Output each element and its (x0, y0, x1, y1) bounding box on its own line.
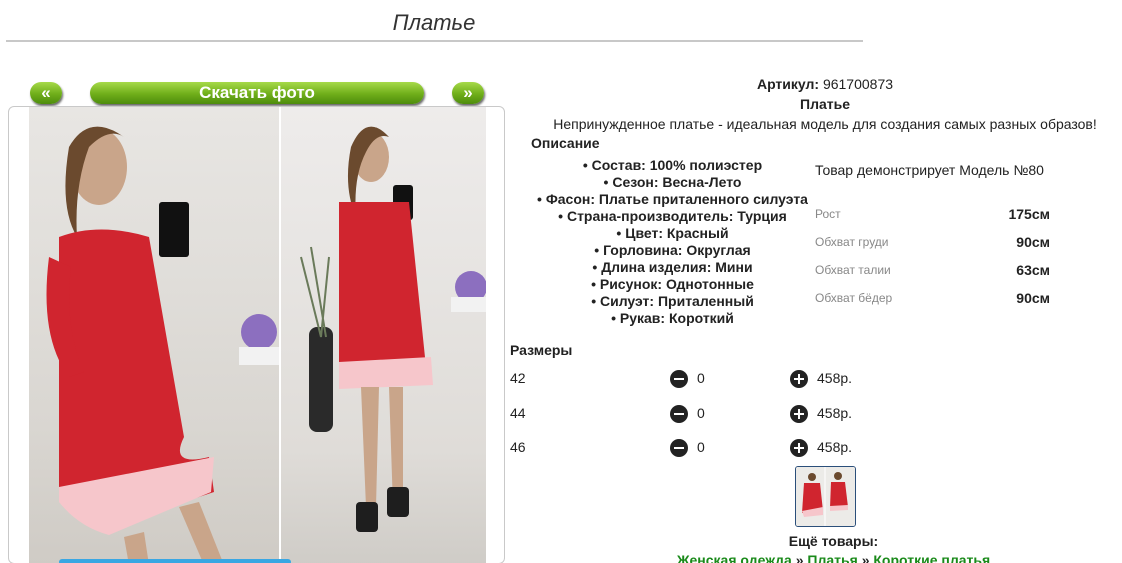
product-name: Платье (800, 96, 850, 112)
title-divider (6, 40, 863, 42)
breadcrumb-separator: » (861, 552, 870, 563)
measurement-value: 90см (1016, 290, 1050, 306)
measurement-label: Обхват груди (815, 235, 889, 249)
feature-list: • Состав: 100% полиэстер • Сезон: Весна-… (520, 157, 825, 327)
article-label: Артикул: (756, 76, 820, 92)
feature-item: • Рукав: Короткий (611, 310, 734, 326)
decrease-qty-icon[interactable] (670, 405, 688, 423)
sizes-heading: Размеры (510, 342, 573, 358)
feature-item: • Страна-производитель: Турция (558, 208, 787, 224)
article-line: Артикул: 961700873 (500, 76, 1122, 92)
measurement-label: Обхват талии (815, 263, 891, 277)
feature-item: • Горловина: Округлая (594, 242, 751, 258)
product-photo-main[interactable] (29, 107, 279, 563)
page-title: Платье (392, 10, 476, 35)
measurement-row: Обхват бёдер 90см (815, 289, 1055, 317)
size-label: 46 (510, 439, 526, 455)
quantity-value: 0 (697, 439, 705, 455)
category-breadcrumb: Женская одежда » Платья » Короткие плать… (500, 552, 1122, 563)
model-measurements: Рост 175см Обхват груди 90см Обхват тали… (815, 205, 1055, 317)
measurement-row: Обхват груди 90см (815, 233, 1055, 261)
size-label: 44 (510, 405, 526, 421)
measurement-label: Рост (815, 207, 841, 221)
increase-qty-icon[interactable] (790, 405, 808, 423)
product-tagline: Непринужденное платье - идеальная модель… (553, 116, 1097, 132)
size-price: 458р. (817, 370, 853, 386)
breadcrumb-separator: » (795, 552, 804, 563)
feature-item: • Цвет: Красный (616, 225, 729, 241)
feature-item: • Сезон: Весна-Лето (603, 174, 742, 190)
size-row-44: 44 0 458р. (510, 405, 910, 425)
feature-item: • Рисунок: Однотонные (591, 276, 754, 292)
model-figure-left (46, 126, 279, 563)
feature-item: • Фасон: Платье приталенного силуэта (537, 191, 808, 207)
breadcrumb-link-dresses[interactable]: Платья (807, 552, 857, 563)
measurement-row: Рост 175см (815, 205, 1055, 233)
breadcrumb-link-womens-clothing[interactable]: Женская одежда (677, 552, 792, 563)
feature-item: • Состав: 100% полиэстер (582, 157, 763, 173)
description-heading: Описание (531, 135, 600, 151)
measurement-row: Обхват талии 63см (815, 261, 1055, 289)
decrease-qty-icon[interactable] (670, 370, 688, 388)
breadcrumb-link-short-dresses[interactable]: Короткие платья (873, 552, 990, 563)
more-products-heading: Ещё товары: (788, 533, 879, 549)
prev-photo-button[interactable]: « (30, 82, 62, 104)
next-photo-button[interactable]: » (452, 82, 484, 104)
decrease-qty-icon[interactable] (670, 439, 688, 457)
photo-thumbnail[interactable] (795, 466, 856, 527)
product-photo-secondary[interactable] (281, 107, 486, 563)
measurement-value: 63см (1016, 262, 1050, 278)
feature-item: • Длина изделия: Мини (592, 259, 753, 275)
measurement-value: 90см (1016, 234, 1050, 250)
thumbnail-image (796, 467, 855, 526)
size-price: 458р. (817, 405, 853, 421)
increase-qty-icon[interactable] (790, 439, 808, 457)
measurement-label: Обхват бёдер (815, 291, 893, 305)
model-figure-right (300, 126, 486, 532)
size-label: 42 (510, 370, 526, 386)
model-caption: Товар демонстрирует Модель №80 (815, 162, 1044, 178)
size-row-46: 46 0 458р. (510, 439, 910, 459)
article-value: 961700873 (822, 76, 894, 92)
measurement-value: 175см (1008, 206, 1050, 222)
increase-qty-icon[interactable] (790, 370, 808, 388)
photo-gallery (8, 106, 505, 563)
quantity-value: 0 (697, 405, 705, 421)
quantity-value: 0 (697, 370, 705, 386)
feature-item: • Силуэт: Приталенный (591, 293, 754, 309)
gallery-scroll-indicator (59, 559, 291, 563)
size-price: 458р. (817, 439, 853, 455)
size-row-42: 42 0 458р. (510, 370, 910, 390)
download-photo-button[interactable]: Скачать фото (90, 82, 424, 104)
